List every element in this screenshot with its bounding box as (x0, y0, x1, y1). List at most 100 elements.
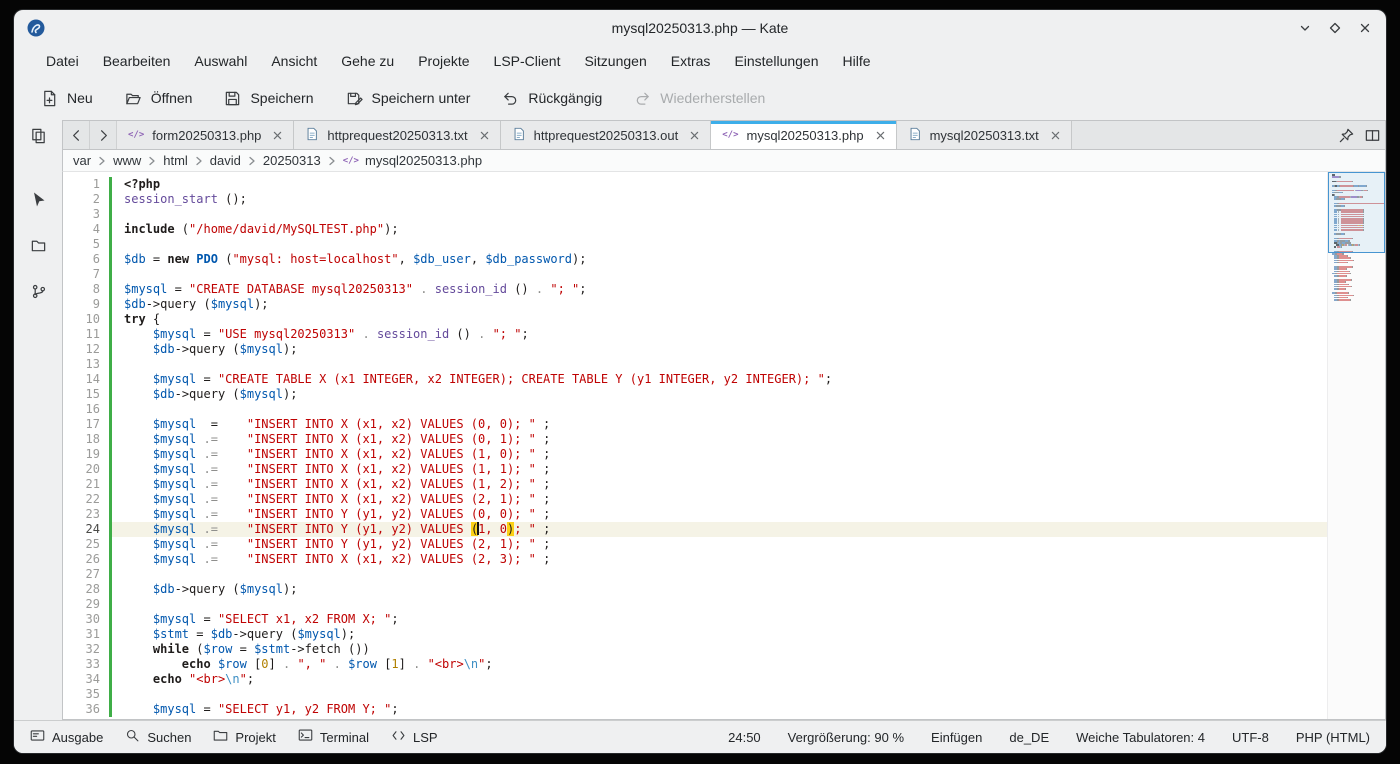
breadcrumb-segment-3[interactable]: david (210, 153, 241, 168)
code-line-9[interactable]: 9$db->query ($mysql); (63, 297, 1385, 312)
menubar-item-8[interactable]: Extras (659, 46, 723, 76)
undo-button[interactable]: Rückgängig (491, 83, 613, 114)
code-line-25[interactable]: 25 $mysql .= "INSERT INTO Y (y1, y2) VAL… (63, 537, 1385, 552)
statusbar-tab-mode[interactable]: Weiche Tabulatoren: 4 (1076, 730, 1205, 745)
tab-mysql20250313-php[interactable]: </>mysql20250313.php (711, 121, 896, 149)
tab-httprequest20250313-out[interactable]: httprequest20250313.out (501, 121, 712, 149)
code-line-24[interactable]: 24 $mysql .= "INSERT INTO Y (y1, y2) VAL… (63, 522, 1385, 537)
tab-close-icon[interactable] (480, 131, 489, 140)
statusbar-cursor-position[interactable]: 24:50 (728, 730, 761, 745)
tab-label: mysql20250313.php (747, 128, 864, 143)
code-line-18[interactable]: 18 $mysql .= "INSERT INTO X (x1, x2) VAL… (63, 432, 1385, 447)
menubar-item-0[interactable]: Datei (34, 46, 91, 76)
maximize-button[interactable] (1320, 13, 1350, 43)
code-line-19[interactable]: 19 $mysql .= "INSERT INTO X (x1, x2) VAL… (63, 447, 1385, 462)
dock-filesystem-browser-icon[interactable] (22, 230, 54, 260)
code-line-11[interactable]: 11 $mysql = "USE mysql20250313" . sessio… (63, 327, 1385, 342)
code-line-4[interactable]: 4include ("/home/david/MySQLTEST.php"); (63, 222, 1385, 237)
breadcrumb-segment-2[interactable]: html (163, 153, 188, 168)
code-line-35[interactable]: 35 (63, 687, 1385, 702)
save-as-button[interactable]: Speichern unter (335, 83, 482, 114)
menubar-item-6[interactable]: LSP-Client (482, 46, 573, 76)
code-line-17[interactable]: 17 $mysql = "INSERT INTO X (x1, x2) VALU… (63, 417, 1385, 432)
breadcrumb-segment-0[interactable]: var (73, 153, 91, 168)
code-line-34[interactable]: 34 echo "<br>\n"; (63, 672, 1385, 687)
close-button[interactable] (1350, 13, 1380, 43)
menubar-item-5[interactable]: Projekte (406, 46, 481, 76)
minimize-button[interactable] (1290, 13, 1320, 43)
code-line-15[interactable]: 15 $db->query ($mysql); (63, 387, 1385, 402)
tab-scroll-right-button[interactable] (90, 121, 117, 149)
code-text (112, 237, 1385, 252)
tab-mysql20250313-txt[interactable]: mysql20250313.txt (897, 121, 1072, 149)
code-line-10[interactable]: 10try { (63, 312, 1385, 327)
code-line-23[interactable]: 23 $mysql .= "INSERT INTO Y (y1, y2) VAL… (63, 507, 1385, 522)
breadcrumb-file[interactable]: </>mysql20250313.php (343, 153, 482, 168)
tab-close-icon[interactable] (876, 131, 885, 140)
menubar-item-9[interactable]: Einstellungen (722, 46, 830, 76)
menubar-item-3[interactable]: Ansicht (259, 46, 329, 76)
code-line-22[interactable]: 22 $mysql .= "INSERT INTO X (x1, x2) VAL… (63, 492, 1385, 507)
tab-close-icon[interactable] (690, 131, 699, 140)
code-line-28[interactable]: 28 $db->query ($mysql); (63, 582, 1385, 597)
code-line-29[interactable]: 29 (63, 597, 1385, 612)
minimap-viewport[interactable] (1328, 172, 1385, 253)
tab-form20250313-php[interactable]: </>form20250313.php (117, 121, 294, 149)
code-line-27[interactable]: 27 (63, 567, 1385, 582)
statusbar-encoding[interactable]: UTF-8 (1232, 730, 1269, 745)
project-icon (213, 728, 228, 746)
statusbar-project-button[interactable]: Projekt (213, 728, 275, 746)
code-line-36[interactable]: 36 $mysql = "SELECT y1, y2 FROM Y; "; (63, 702, 1385, 717)
code-line-2[interactable]: 2session_start (); (63, 192, 1385, 207)
dock-documents-icon[interactable] (22, 120, 54, 150)
code-line-14[interactable]: 14 $mysql = "CREATE TABLE X (x1 INTEGER,… (63, 372, 1385, 387)
split-view-button[interactable] (1359, 121, 1385, 149)
tab-scroll-left-button[interactable] (63, 121, 90, 149)
menubar-item-2[interactable]: Auswahl (182, 46, 259, 76)
code-text: $db->query ($mysql); (112, 582, 1385, 597)
tab-close-icon[interactable] (1051, 131, 1060, 140)
code-line-31[interactable]: 31 $stmt = $db->query ($mysql); (63, 627, 1385, 642)
statusbar-dictionary[interactable]: de_DE (1009, 730, 1049, 745)
dock-symbols-icon[interactable] (22, 184, 54, 214)
statusbar-search-button[interactable]: Suchen (125, 728, 191, 746)
statusbar-terminal-button[interactable]: Terminal (298, 728, 369, 746)
pin-tab-button[interactable] (1333, 121, 1359, 149)
window-title: mysql20250313.php — Kate (14, 20, 1386, 36)
menubar-item-1[interactable]: Bearbeiten (91, 46, 183, 76)
code-line-1[interactable]: 1<?php (63, 177, 1385, 192)
open-button[interactable]: Öffnen (114, 83, 204, 114)
code-line-5[interactable]: 5 (63, 237, 1385, 252)
menubar-item-4[interactable]: Gehe zu (329, 46, 406, 76)
statusbar-insert-mode[interactable]: Einfügen (931, 730, 982, 745)
code-line-16[interactable]: 16 (63, 402, 1385, 417)
line-number: 11 (63, 327, 109, 342)
new-button[interactable]: Neu (30, 83, 104, 114)
tab-close-icon[interactable] (273, 131, 282, 140)
code-line-13[interactable]: 13 (63, 357, 1385, 372)
code-line-26[interactable]: 26 $mysql .= "INSERT INTO X (x1, x2) VAL… (63, 552, 1385, 567)
code-line-30[interactable]: 30 $mysql = "SELECT x1, x2 FROM X; "; (63, 612, 1385, 627)
statusbar-output-button[interactable]: Ausgabe (30, 728, 103, 746)
breadcrumb-segment-4[interactable]: 20250313 (263, 153, 321, 168)
code-line-12[interactable]: 12 $db->query ($mysql); (63, 342, 1385, 357)
code-line-32[interactable]: 32 while ($row = $stmt->fetch ()) (63, 642, 1385, 657)
code-line-8[interactable]: 8$mysql = "CREATE DATABASE mysql20250313… (63, 282, 1385, 297)
statusbar-zoom-level[interactable]: Vergrößerung: 90 % (788, 730, 904, 745)
tab-httprequest20250313-txt[interactable]: httprequest20250313.txt (294, 121, 500, 149)
code-line-7[interactable]: 7 (63, 267, 1385, 282)
breadcrumb-segment-1[interactable]: www (113, 153, 141, 168)
dock-git-branch-icon[interactable] (22, 276, 54, 306)
save-button[interactable]: Speichern (213, 83, 324, 114)
code-line-33[interactable]: 33 echo $row [0] . ", " . $row [1] . "<b… (63, 657, 1385, 672)
code-line-20[interactable]: 20 $mysql .= "INSERT INTO X (x1, x2) VAL… (63, 462, 1385, 477)
code-line-3[interactable]: 3 (63, 207, 1385, 222)
code-line-6[interactable]: 6$db = new PDO ("mysql: host=localhost",… (63, 252, 1385, 267)
menubar-item-7[interactable]: Sitzungen (572, 46, 658, 76)
statusbar-lsp-button[interactable]: LSP (391, 728, 438, 746)
editor-view[interactable]: 1<?php2session_start ();34include ("/hom… (62, 172, 1386, 720)
menubar-item-10[interactable]: Hilfe (831, 46, 883, 76)
code-line-21[interactable]: 21 $mysql .= "INSERT INTO X (x1, x2) VAL… (63, 477, 1385, 492)
minimap-scrollbar[interactable] (1327, 172, 1385, 719)
statusbar-syntax-mode[interactable]: PHP (HTML) (1296, 730, 1370, 745)
